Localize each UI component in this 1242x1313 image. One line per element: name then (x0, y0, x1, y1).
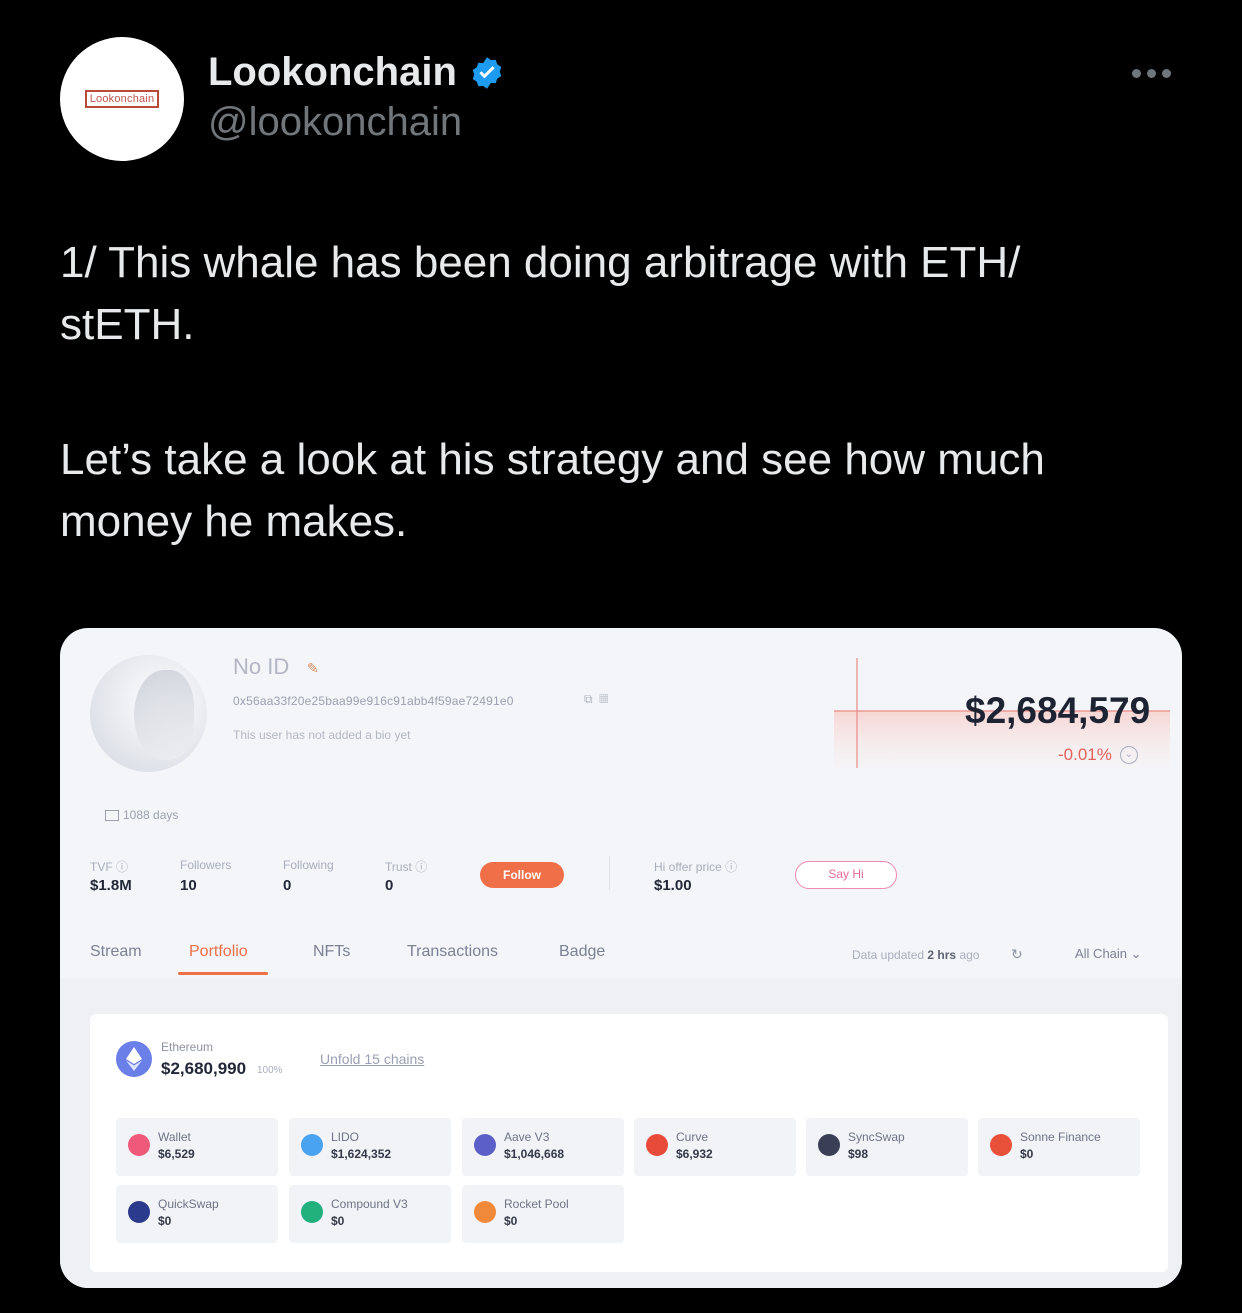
avatar-logo-text: Lookonchain (84, 90, 160, 108)
tab-badge[interactable]: Badge (559, 943, 605, 961)
verified-badge-icon (472, 56, 502, 89)
total-balance: $2,684,579 (965, 690, 1151, 731)
tvf-value: $1.8M (90, 877, 132, 894)
profile-bio: This user has not added a bio yet (233, 728, 411, 742)
protocol-card[interactable]: SyncSwap $98 (806, 1118, 968, 1176)
chain-name: Ethereum (161, 1040, 214, 1054)
tab-nfts[interactable]: NFTs (313, 943, 350, 961)
wallet-address: 0x56aa33f20e25baa99e916c91abb4f59ae72491… (233, 694, 514, 708)
protocol-card[interactable]: QuickSwap $0 (116, 1185, 278, 1243)
ethereum-icon (116, 1041, 152, 1077)
followers-value[interactable]: 10 (180, 877, 197, 894)
protocol-card[interactable]: LIDO $1,624,352 (289, 1118, 451, 1176)
author-name-row[interactable]: Lookonchain (208, 50, 505, 95)
quickswap-icon (128, 1201, 150, 1223)
protocol-name: Wallet (158, 1130, 191, 1144)
profile-name: No ID (233, 654, 290, 679)
balance-change-percent: -0.01% (1058, 745, 1112, 764)
sonne-icon (990, 1134, 1012, 1156)
trust-value: 0 (385, 877, 394, 894)
protocol-value: $0 (331, 1214, 345, 1228)
calendar-icon (105, 809, 119, 821)
protocol-card[interactable]: Wallet $6,529 (116, 1118, 278, 1176)
protocol-name: Curve (676, 1130, 709, 1144)
stats-divider (609, 856, 610, 890)
protocol-name: Aave V3 (504, 1130, 550, 1144)
tab-stream[interactable]: Stream (90, 943, 142, 961)
protocol-name: Rocket Pool (504, 1197, 569, 1211)
rocketpool-icon (474, 1201, 496, 1223)
trust-label: Trust ⓘ (385, 860, 428, 874)
hi-offer-label: Hi offer price ⓘ (654, 860, 738, 874)
author-avatar[interactable]: Lookonchain (60, 37, 184, 161)
protocol-card[interactable]: Rocket Pool $0 (462, 1185, 624, 1243)
aave-icon (474, 1134, 496, 1156)
protocol-card[interactable]: Curve $6,932 (634, 1118, 796, 1176)
chain-value: $2,680,990 (161, 1059, 247, 1078)
refresh-icon[interactable]: ↻ (1011, 946, 1023, 963)
avatar-silhouette (134, 670, 194, 760)
edit-pencil-icon: ✎ (307, 660, 319, 676)
tab-transactions[interactable]: Transactions (407, 943, 498, 961)
compound-icon (301, 1201, 323, 1223)
tweet-media-image[interactable]: No ID ✎ 0x56aa33f20e25baa99e916c91abb4f5… (60, 628, 1182, 1288)
author-handle[interactable]: @lookonchain (208, 100, 462, 145)
following-value[interactable]: 0 (283, 877, 291, 894)
syncswap-icon (818, 1134, 840, 1156)
unfold-chains-link[interactable]: Unfold 15 chains (320, 1051, 424, 1067)
protocol-name: SyncSwap (848, 1130, 905, 1144)
follow-button[interactable]: Follow (480, 862, 564, 888)
more-options-icon[interactable] (1132, 60, 1180, 86)
protocol-value: $6,932 (676, 1147, 713, 1161)
tab-portfolio[interactable]: Portfolio (189, 943, 248, 961)
tweet-text-line: stETH. (60, 300, 195, 349)
tweet-text-line: money he makes. (60, 497, 408, 546)
protocol-value: $0 (158, 1214, 172, 1228)
protocol-value: $0 (1020, 1147, 1034, 1161)
say-hi-button[interactable]: Say Hi (795, 861, 897, 889)
protocol-value: $1,046,668 (504, 1147, 565, 1161)
tweet-text: 1/ This whale has been doing arbitrage w… (60, 232, 1180, 553)
copy-icon: ⧉ ▦ (584, 692, 609, 706)
protocol-name: LIDO (331, 1130, 360, 1144)
protocol-card[interactable]: Compound V3 $0 (289, 1185, 451, 1243)
tweet-text-line: 1/ This whale has been doing arbitrage w… (60, 238, 1021, 287)
tvf-label: TVF ⓘ (90, 860, 129, 874)
chevron-down-icon[interactable]: ⌄ (1119, 746, 1138, 764)
tweet-text-line: Let’s take a look at his strategy and se… (60, 435, 1045, 484)
protocol-value: $0 (504, 1214, 518, 1228)
chain-filter-dropdown[interactable]: All Chain ⌄ (1075, 946, 1142, 962)
protocol-card[interactable]: Sonne Finance $0 (978, 1118, 1140, 1176)
active-tab-indicator (178, 972, 268, 975)
author-display-name[interactable]: Lookonchain (208, 50, 457, 95)
curve-icon (646, 1134, 668, 1156)
followers-label: Followers (180, 858, 232, 872)
data-updated-text: Data updated 2 hrs ago (852, 948, 980, 962)
wallet-icon (128, 1134, 150, 1156)
lido-icon (301, 1134, 323, 1156)
days-text: 1088 days (123, 808, 179, 822)
protocol-name: Sonne Finance (1020, 1130, 1101, 1144)
protocol-value: $1,624,352 (331, 1147, 392, 1161)
chain-percent: 100% (257, 1065, 283, 1076)
protocol-value: $6,529 (158, 1147, 195, 1161)
protocol-name: QuickSwap (158, 1197, 219, 1211)
hi-offer-value: $1.00 (654, 877, 692, 894)
protocol-name: Compound V3 (331, 1197, 408, 1211)
balance-change: -0.01% ⌄ (1058, 745, 1138, 765)
days-badge: 1088 days (105, 808, 178, 822)
following-label: Following (283, 858, 334, 872)
protocol-value: $98 (848, 1147, 869, 1161)
protocol-card[interactable]: Aave V3 $1,046,668 (462, 1118, 624, 1176)
